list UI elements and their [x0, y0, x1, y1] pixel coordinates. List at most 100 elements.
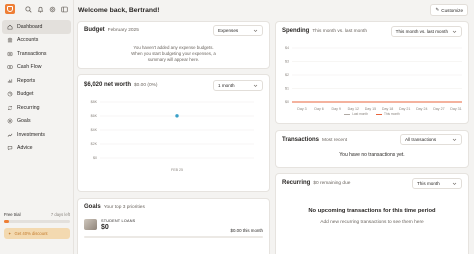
net-worth-range-value: 1 month — [218, 82, 235, 88]
spending-legend: Last month This month — [276, 112, 468, 116]
goals-icon — [7, 118, 13, 124]
transactions-filter-select[interactable]: All transactions — [400, 134, 462, 145]
x-tick-label: Day 27 — [433, 107, 444, 111]
trial-label: Free trial — [4, 212, 21, 217]
sidebar-item-label: Cash Flow — [17, 64, 42, 71]
goals-card: Goals Your top 3 priorities STUDENT LOAN… — [77, 198, 270, 254]
gear-icon[interactable] — [49, 6, 56, 13]
chevron-down-icon — [452, 138, 457, 141]
search-icon[interactable] — [25, 5, 32, 13]
budget-type-select[interactable]: Expenses — [213, 24, 263, 36]
reports-icon — [7, 78, 13, 83]
customize-button[interactable]: ✎ Customize — [430, 4, 468, 16]
recurring-icon — [8, 105, 12, 110]
accounts-icon — [7, 37, 13, 43]
page-header: Welcome back, Bertrand! ✎ Customize — [78, 0, 474, 20]
sidebar-item-cash-flow[interactable]: Cash Flow — [2, 61, 71, 75]
net-worth-range-select[interactable]: 1 month — [213, 79, 263, 91]
y-tick-label: $6K — [91, 114, 98, 118]
net-worth-card: $6,020 net worth $0.00 (0%) 1 month $8K $… — [77, 74, 270, 192]
budget-title: Budget — [84, 27, 105, 33]
recurring-card: Recurring $0 remaining due This month No… — [275, 173, 469, 254]
sidebar-item-dashboard[interactable]: Dashboard — [2, 20, 71, 34]
recurring-period-select[interactable]: This month — [412, 177, 462, 189]
sidebar-item-label: Budget — [17, 91, 34, 98]
sidebar-item-investments[interactable]: Investments — [2, 128, 71, 142]
budget-type-value: Expenses — [218, 27, 239, 33]
sidebar-item-budget[interactable]: Budget — [2, 88, 71, 102]
customize-label: Customize — [441, 7, 463, 13]
transactions-empty-message: You have no transactions yet. — [339, 152, 405, 158]
chevron-down-icon — [452, 182, 457, 185]
spending-compare-select[interactable]: This month vs. last month — [390, 25, 462, 37]
home-icon — [7, 24, 13, 30]
y-tick-label: $4K — [91, 128, 98, 132]
transactions-icon — [7, 51, 13, 56]
x-tick-label: Day 9 — [332, 107, 341, 111]
sidebar-item-transactions[interactable]: Transactions — [2, 47, 71, 61]
chevron-down-icon — [253, 29, 258, 32]
legend-last-month: Last month — [344, 112, 368, 116]
sidebar-nav: Dashboard Accounts Transactions Cash Flow Re… — [0, 20, 73, 155]
goals-subtitle: Your top 3 priorities — [103, 205, 145, 210]
app-logo-icon[interactable] — [5, 4, 15, 14]
budget-empty-line: summary will appear here. — [147, 57, 200, 63]
y-tick-label: $2K — [91, 142, 98, 146]
sidebar-top — [0, 0, 73, 18]
sidebar-item-label: Investments — [17, 131, 45, 138]
x-tick-label: Day 15 — [365, 107, 376, 111]
x-tick-label: Day 3 — [297, 107, 306, 111]
sidebar-item-reports[interactable]: Reports — [2, 74, 71, 88]
trial-progress-bar — [4, 220, 70, 223]
sidebar-item-recurring[interactable]: Recurring — [2, 101, 71, 115]
sidebar-item-advice[interactable]: Advice — [2, 142, 71, 156]
y-tick-label: $8K — [91, 100, 98, 104]
transactions-title: Transactions — [282, 136, 320, 143]
customize-icon: ✎ — [435, 7, 440, 12]
x-tick-label: Day 6 — [314, 107, 323, 111]
goal-image — [84, 219, 97, 230]
y-tick-label: $4 — [285, 46, 289, 50]
x-tick-label: Day 31 — [450, 107, 461, 111]
recurring-empty-subtitle: Add new recurring transactions to see th… — [320, 220, 424, 225]
budget-card: Budget February 2025 Expenses You haven'… — [77, 21, 270, 69]
bell-icon[interactable] — [37, 6, 44, 13]
transactions-subtitle: Most recent — [322, 137, 348, 143]
sidebar-item-goals[interactable]: Goals — [2, 115, 71, 129]
x-tick-label: Day 18 — [382, 107, 393, 111]
x-tick-label: Day 21 — [399, 107, 410, 111]
investments-icon — [7, 133, 13, 137]
spending-compare-value: This month vs. last month — [395, 28, 448, 34]
net-worth-point — [175, 114, 179, 118]
transactions-filter-value: All transactions — [405, 137, 437, 142]
trial-remaining: 7 days left — [50, 212, 70, 217]
goal-amount: $0 — [101, 224, 109, 231]
y-tick-label: $2 — [285, 73, 289, 77]
x-tick-label: FEB 25 — [171, 168, 183, 172]
recurring-empty-title: No upcoming transactions for this time p… — [308, 208, 436, 214]
spending-chart: $4 $3 $2 $1 $0 Day 3 Day 6 Day 9 Day 12 Day 15 Day… — [285, 46, 462, 111]
sidebar: Dashboard Accounts Transactions Cash Flow Re… — [0, 0, 74, 254]
discount-button[interactable]: ✦ Get 40% discount — [4, 227, 70, 239]
collapse-sidebar-icon[interactable] — [61, 6, 68, 13]
spending-subtitle: This month vs. last month — [312, 29, 367, 34]
y-tick-label: $3 — [285, 60, 289, 64]
goals-title: Goals — [84, 204, 101, 210]
spending-card: Spending This month vs. last month This … — [275, 21, 469, 124]
star-icon: ✦ — [8, 230, 12, 236]
spending-title: Spending — [282, 28, 310, 34]
y-tick-label: $0 — [285, 100, 289, 104]
sidebar-item-label: Goals — [17, 118, 31, 125]
goal-progress-bar — [84, 236, 263, 238]
chevron-down-icon — [253, 84, 258, 87]
discount-label: Get 40% discount — [14, 230, 48, 236]
goal-item[interactable]: STUDENT LOANS $0 $0.00 this month — [78, 219, 269, 233]
x-tick-label: Day 12 — [348, 107, 359, 111]
goal-name: STUDENT LOANS — [101, 219, 136, 223]
net-worth-chart: $8K $6K $4K $2K $0 FEB 25 — [91, 100, 254, 172]
trial-panel: Free trial 7 days left ✦ Get 40% discoun… — [4, 212, 70, 239]
sidebar-item-label: Reports — [17, 77, 36, 84]
net-worth-value: $6,020 net worth — [84, 82, 132, 88]
sidebar-item-accounts[interactable]: Accounts — [2, 34, 71, 48]
page-title: Welcome back, Bertrand! — [78, 6, 160, 14]
